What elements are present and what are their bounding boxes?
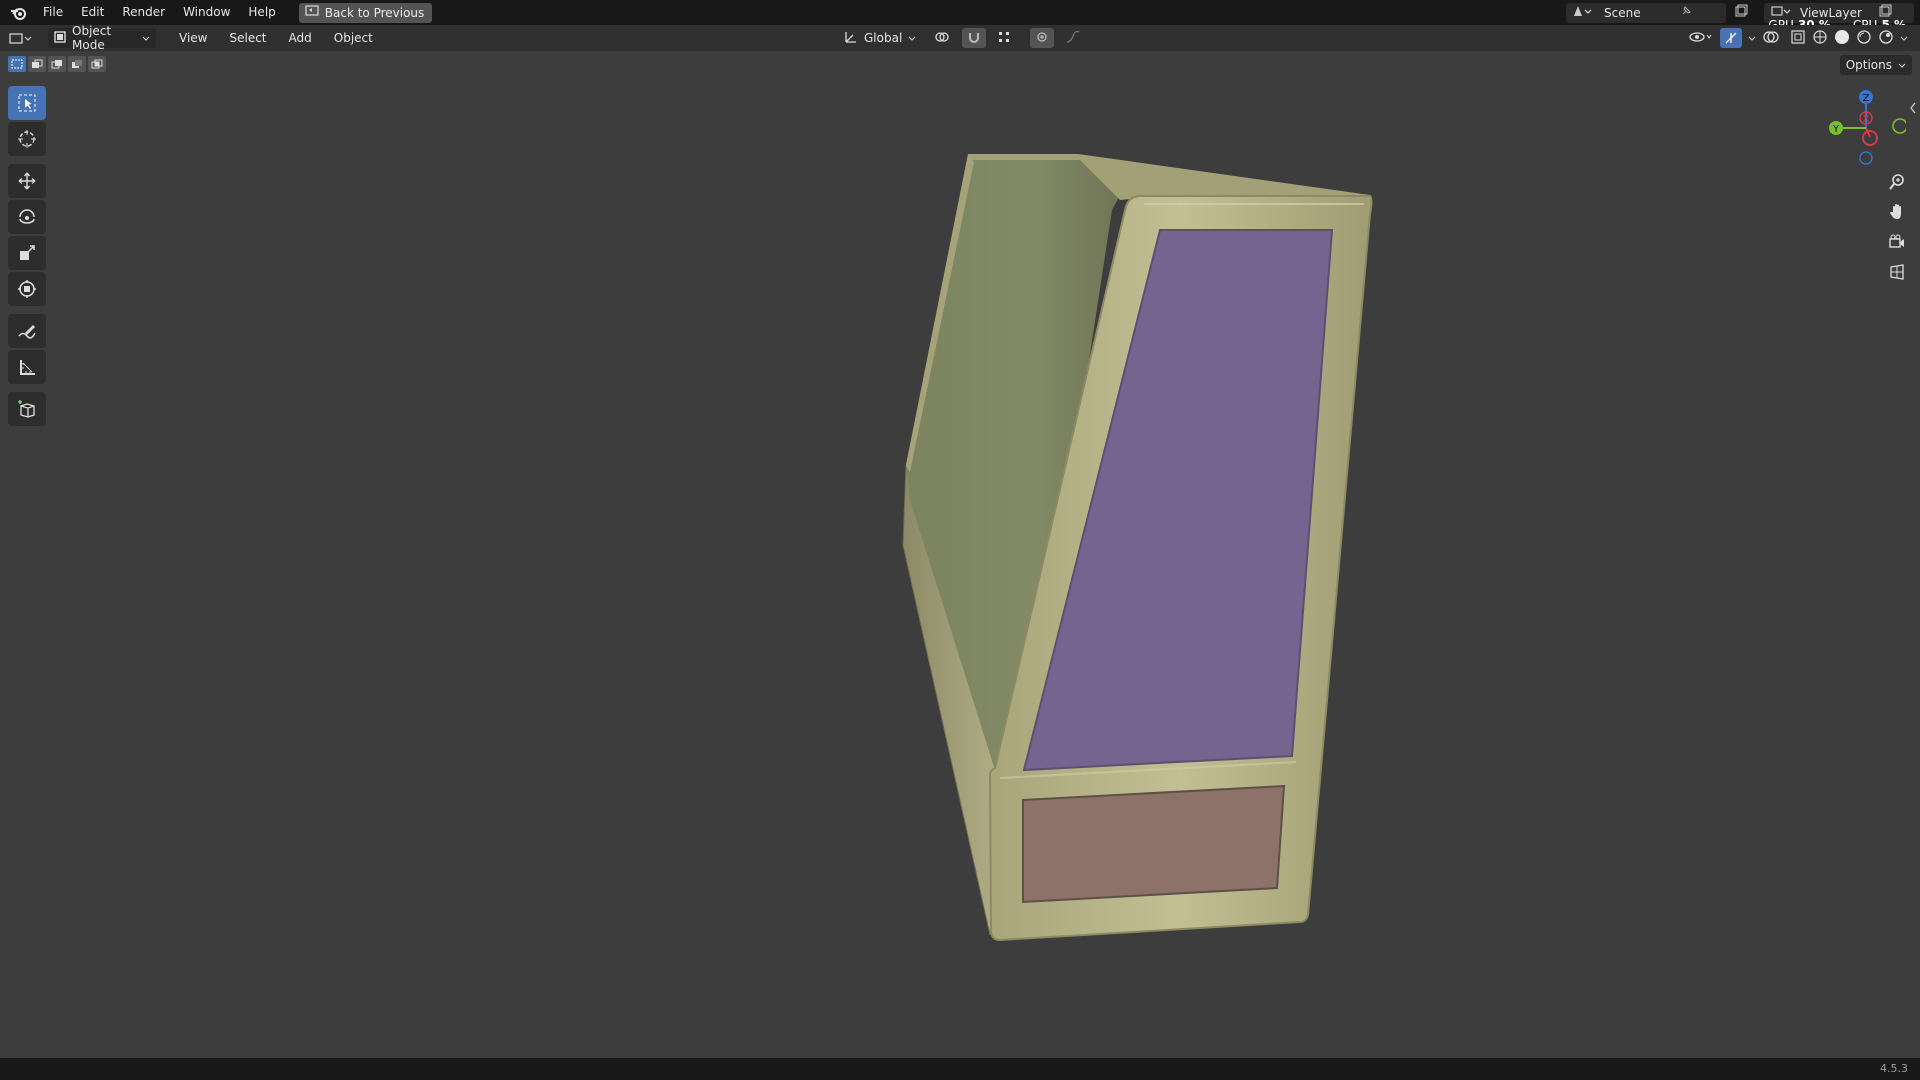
- scene-selector[interactable]: Scene: [1566, 2, 1748, 23]
- material-shading-icon[interactable]: [1856, 29, 1872, 48]
- pivot-icon: [934, 30, 950, 47]
- back-icon: [305, 5, 319, 20]
- menu-add[interactable]: Add: [278, 31, 323, 45]
- chevron-down-icon: [908, 31, 916, 45]
- grid-icon[interactable]: [1882, 259, 1912, 285]
- menu-select[interactable]: Select: [218, 31, 277, 45]
- top-menu-bar: File Edit Render Window Help Back to Pre…: [0, 0, 1920, 32]
- object-mode-icon: [54, 30, 66, 46]
- menu-render[interactable]: Render: [113, 0, 174, 25]
- solid-shading-icon[interactable]: [1834, 29, 1850, 48]
- chevron-down-icon: [142, 31, 150, 45]
- menu-file[interactable]: File: [34, 0, 72, 25]
- cursor-icon[interactable]: [8, 122, 46, 156]
- overlays-icon[interactable]: [1762, 29, 1784, 48]
- mode-label: Object Mode: [72, 24, 112, 52]
- visibility-icon[interactable]: [1688, 29, 1714, 48]
- magnet-icon: [968, 31, 980, 46]
- scene-icon: [1572, 4, 1594, 21]
- zoom-icon[interactable]: [1882, 169, 1912, 195]
- scale-icon[interactable]: [8, 236, 46, 270]
- hand-icon[interactable]: [1882, 199, 1912, 225]
- gizmo-neg-y: [1892, 118, 1908, 134]
- rotate-icon[interactable]: [8, 200, 46, 234]
- selection-mode-buttons: [8, 56, 106, 72]
- select-box-icon[interactable]: [8, 86, 46, 120]
- blender-logo-icon[interactable]: [4, 0, 34, 25]
- back-to-previous-button[interactable]: Back to Previous: [298, 2, 433, 23]
- select-new-icon[interactable]: [8, 56, 26, 72]
- measure-icon[interactable]: [8, 350, 46, 384]
- menu-object[interactable]: Object: [323, 31, 384, 45]
- gizmo-x-label: X: [1863, 114, 1870, 125]
- new-scene-icon[interactable]: [1734, 4, 1748, 21]
- render-shading-icon[interactable]: [1878, 29, 1894, 48]
- add-cube-icon[interactable]: [8, 392, 46, 426]
- viewport-3d-object[interactable]: [880, 140, 1400, 960]
- pin-icon[interactable]: [1680, 5, 1692, 20]
- falloff-selector[interactable]: [1060, 28, 1092, 48]
- gizmo-neg-z: [1859, 151, 1873, 165]
- snap-grid-icon: [998, 31, 1010, 46]
- transform-tools: Global: [838, 28, 1092, 48]
- snap-target-selector[interactable]: [992, 28, 1016, 48]
- transform-icon[interactable]: [8, 272, 46, 306]
- select-invert-icon[interactable]: [68, 56, 86, 72]
- tool-shelf: [8, 86, 48, 428]
- chevron-down-icon[interactable]: [1748, 31, 1756, 45]
- gizmo-z-label: Z: [1863, 93, 1870, 104]
- sidebar-toggle-chevron-icon[interactable]: [1908, 100, 1918, 116]
- proportional-edit-toggle[interactable]: [1030, 28, 1055, 48]
- menu-edit[interactable]: Edit: [72, 0, 113, 25]
- editor-type-selector[interactable]: [0, 25, 42, 51]
- viewport-header: Object Mode View Select Add Object Globa…: [0, 24, 1920, 52]
- annotate-icon[interactable]: [8, 314, 46, 348]
- chevron-down-icon[interactable]: [1900, 31, 1908, 45]
- select-subtract-icon[interactable]: [48, 56, 66, 72]
- orientation-label: Global: [864, 31, 903, 45]
- select-extend-icon[interactable]: [28, 56, 46, 72]
- back-label: Back to Previous: [324, 5, 425, 20]
- status-bar: 4.5.3: [0, 1058, 1920, 1080]
- menu-help[interactable]: Help: [239, 0, 284, 25]
- select-intersect-icon[interactable]: [88, 56, 106, 72]
- options-dropdown[interactable]: Options: [1839, 55, 1912, 75]
- menu-window[interactable]: Window: [174, 0, 239, 25]
- falloff-icon: [1066, 30, 1086, 46]
- move-icon[interactable]: [8, 164, 46, 198]
- menu-view[interactable]: View: [168, 31, 218, 45]
- wireframe-shading-icon[interactable]: [1812, 29, 1828, 48]
- orientation-icon: [844, 30, 858, 47]
- viewport-shading-tools: [1688, 28, 1908, 48]
- orientation-selector[interactable]: Global: [838, 28, 922, 48]
- navigation-gizmo[interactable]: Z X Y: [1826, 88, 1908, 168]
- gizmo-x-axis: [1862, 130, 1878, 146]
- gizmo-y-label: Y: [1832, 124, 1840, 135]
- scene-name: Scene: [1604, 5, 1641, 20]
- pivot-selector[interactable]: [928, 28, 956, 48]
- version-label: 4.5.3: [1880, 1062, 1908, 1075]
- camera-icon[interactable]: [1882, 229, 1912, 255]
- snap-toggle[interactable]: [962, 28, 987, 48]
- lower-panel-face: [1022, 784, 1286, 904]
- proportional-icon: [1036, 31, 1048, 46]
- xray-icon[interactable]: [1790, 29, 1806, 48]
- gizmo-toggle-icon[interactable]: [1720, 28, 1742, 48]
- options-label: Options: [1845, 58, 1892, 72]
- mode-selector[interactable]: Object Mode: [48, 24, 156, 52]
- chevron-down-icon: [1898, 58, 1906, 72]
